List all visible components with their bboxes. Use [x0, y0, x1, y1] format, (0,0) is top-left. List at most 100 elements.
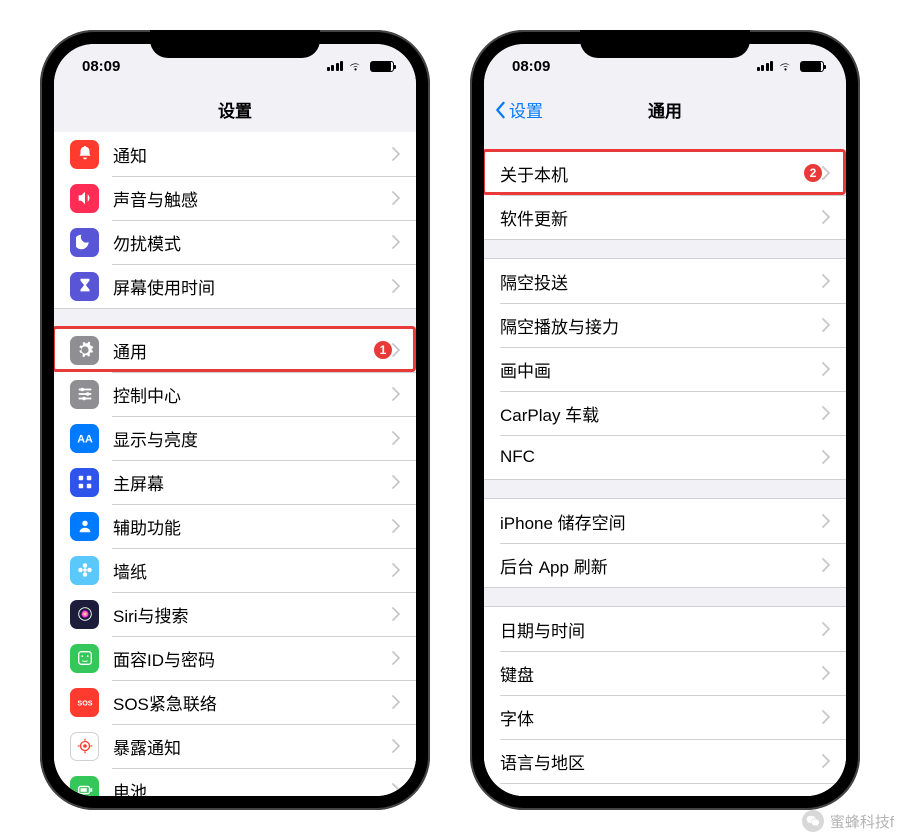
svg-text:SOS: SOS [77, 699, 92, 708]
siri-icon [70, 600, 99, 629]
chevron-right-icon [392, 431, 400, 445]
row-dictionary[interactable]: 词典 [484, 783, 846, 796]
row-language-region[interactable]: 语言与地区 [484, 739, 846, 783]
row-storage[interactable]: iPhone 储存空间 [484, 499, 846, 543]
row-home-screen[interactable]: 主屏幕 [54, 460, 416, 504]
watermark: 蜜蜂科技f [802, 810, 894, 832]
row-label: 辅助功能 [113, 514, 392, 539]
chevron-right-icon [392, 387, 400, 401]
row-display[interactable]: AA 显示与亮度 [54, 416, 416, 460]
row-dnd[interactable]: 勿扰模式 [54, 220, 416, 264]
battery-icon [800, 61, 824, 72]
chevron-right-icon [392, 279, 400, 293]
chevron-right-icon [392, 783, 400, 796]
wechat-icon [802, 810, 824, 832]
row-sos[interactable]: SOS SOS紧急联络 [54, 680, 416, 724]
row-label: 面容ID与密码 [113, 646, 392, 671]
row-nfc[interactable]: NFC [484, 435, 846, 479]
row-label: 语言与地区 [500, 749, 822, 774]
moon-icon [70, 228, 99, 257]
back-button[interactable]: 设置 [494, 97, 543, 122]
chevron-right-icon [392, 235, 400, 249]
row-label: CarPlay 车载 [500, 401, 822, 426]
row-about[interactable]: 关于本机2 [484, 151, 846, 195]
sliders-icon [70, 380, 99, 409]
notch [580, 30, 750, 58]
row-pip[interactable]: 画中画 [484, 347, 846, 391]
row-label: 字体 [500, 705, 822, 730]
chevron-right-icon [822, 274, 830, 288]
row-fonts[interactable]: 字体 [484, 695, 846, 739]
row-label: 屏幕使用时间 [113, 274, 392, 299]
row-screen-time[interactable]: 屏幕使用时间 [54, 264, 416, 308]
chevron-right-icon [822, 210, 830, 224]
row-background-refresh[interactable]: 后台 App 刷新 [484, 543, 846, 587]
row-carplay[interactable]: CarPlay 车载 [484, 391, 846, 435]
row-label: 显示与亮度 [113, 426, 392, 451]
signal-icon [757, 61, 774, 71]
row-sounds[interactable]: 声音与触感 [54, 176, 416, 220]
row-label: 勿扰模式 [113, 230, 392, 255]
general-list[interactable]: 关于本机2 软件更新隔空投送隔空播放与接力画中画 CarPlay 车载 NFC iPho… [484, 132, 846, 796]
row-faceid[interactable]: 面容ID与密码 [54, 636, 416, 680]
face-icon [70, 644, 99, 673]
wifi-icon [778, 60, 793, 72]
chevron-right-icon [392, 607, 400, 621]
phone-right: 08:09 设置 通用 关于本机2软件更新隔空投送隔空播放与接力画中画CarPl… [470, 30, 860, 810]
row-label: SOS紧急联络 [113, 690, 392, 715]
chevron-right-icon [822, 362, 830, 376]
row-accessibility[interactable]: 辅助功能 [54, 504, 416, 548]
row-notifications[interactable]: 通知 [54, 132, 416, 176]
speaker-icon [70, 184, 99, 213]
row-airdrop[interactable]: 隔空投送 [484, 259, 846, 303]
row-label: Siri与搜索 [113, 602, 392, 627]
aa-icon: AA [70, 424, 99, 453]
row-keyboard[interactable]: 键盘 [484, 651, 846, 695]
watermark-text: 蜜蜂科技f [830, 811, 894, 832]
chevron-right-icon [822, 318, 830, 332]
row-label: 通用 [113, 338, 366, 363]
status-time: 08:09 [82, 58, 120, 75]
row-battery[interactable]: 电池 [54, 768, 416, 796]
chevron-right-icon [822, 514, 830, 528]
row-label: 墙纸 [113, 558, 392, 583]
row-exposure[interactable]: 暴露通知 [54, 724, 416, 768]
chevron-right-icon [392, 475, 400, 489]
row-label: NFC [500, 447, 822, 467]
row-general[interactable]: 通用1 [54, 328, 416, 372]
chevron-right-icon [392, 695, 400, 709]
grid-icon [70, 468, 99, 497]
nav-bar: 设置 [54, 88, 416, 132]
chevron-right-icon [822, 406, 830, 420]
chevron-right-icon [392, 651, 400, 665]
chevron-right-icon [392, 563, 400, 577]
row-control-center[interactable]: 控制中心 [54, 372, 416, 416]
row-label: 通知 [113, 142, 392, 167]
flower-icon [70, 556, 99, 585]
sos-icon: SOS [70, 688, 99, 717]
chevron-right-icon [822, 558, 830, 572]
person-icon [70, 512, 99, 541]
row-label: 日期与时间 [500, 617, 822, 642]
row-label: 主屏幕 [113, 470, 392, 495]
svg-text:AA: AA [77, 434, 93, 446]
row-siri[interactable]: Siri与搜索 [54, 592, 416, 636]
row-date-time[interactable]: 日期与时间 [484, 607, 846, 651]
row-label: 画中画 [500, 357, 822, 382]
bell-icon [70, 140, 99, 169]
row-wallpaper[interactable]: 墙纸 [54, 548, 416, 592]
exposure-icon [70, 732, 99, 761]
battery-icon [370, 61, 394, 72]
phone-left: 08:09 设置 通知声音与触感勿扰模式屏幕使用时间通用1 控制中心 AA 显示与亮度… [40, 30, 430, 810]
chevron-right-icon [822, 450, 830, 464]
row-airplay[interactable]: 隔空播放与接力 [484, 303, 846, 347]
page-title: 通用 [648, 97, 682, 122]
chevron-right-icon [822, 666, 830, 680]
row-label: 软件更新 [500, 205, 822, 230]
row-label: 键盘 [500, 661, 822, 686]
settings-list[interactable]: 通知声音与触感勿扰模式屏幕使用时间通用1 控制中心 AA 显示与亮度主屏幕辅助功能墙纸… [54, 132, 416, 796]
gear-icon [70, 336, 99, 365]
row-software-update[interactable]: 软件更新 [484, 195, 846, 239]
row-label: 关于本机 [500, 161, 796, 186]
row-label: 控制中心 [113, 382, 392, 407]
